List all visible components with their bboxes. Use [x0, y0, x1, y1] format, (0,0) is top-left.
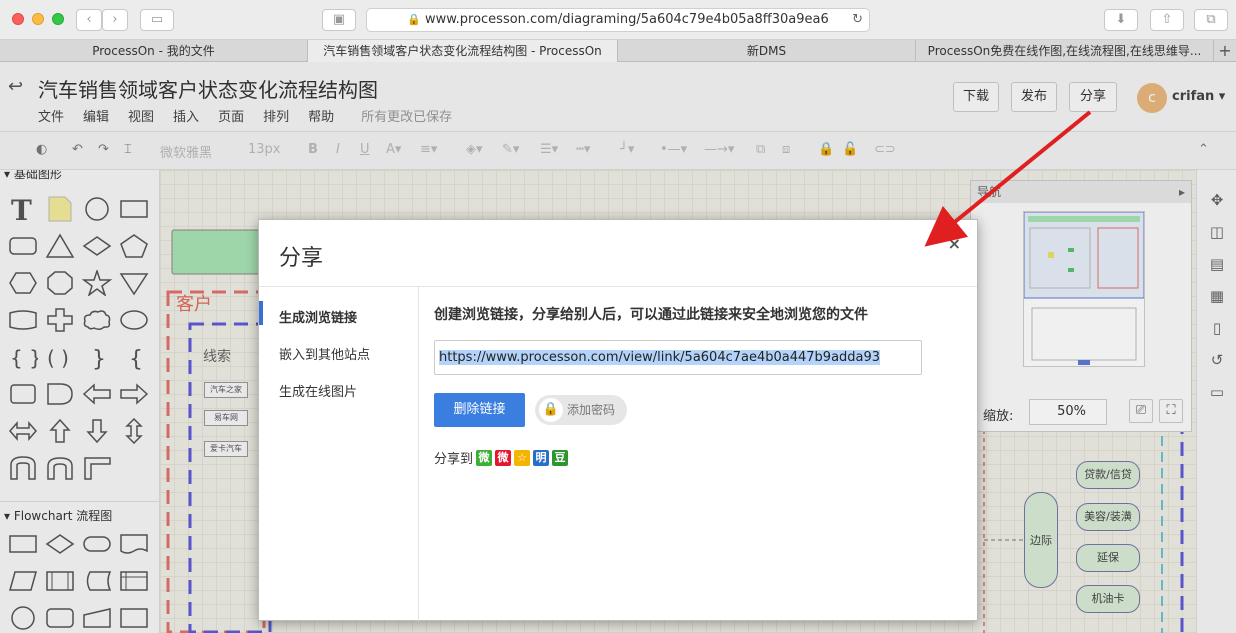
option-browse-link[interactable]: 生成浏览链接 — [279, 307, 357, 326]
browser-toolbar: ‹ › ▭ ▣ 🔒 www.processon.com/diagraming/5a… — [0, 0, 1236, 40]
forward-button[interactable]: › — [102, 9, 128, 31]
lock-icon: 🔒 — [539, 398, 563, 422]
share-dialog: 分享 × 生成浏览链接 嵌入到其他站点 生成在线图片 创建浏览链接，分享给别人后… — [258, 219, 978, 621]
youdao-icon[interactable]: 明 — [533, 449, 550, 466]
tab-dms[interactable]: 新DMS — [618, 40, 916, 62]
delete-link-button[interactable]: 删除链接 — [434, 393, 525, 427]
tab-processon-home[interactable]: ProcessOn免费在线作图,在线流程图,在线思维导... — [916, 40, 1214, 62]
douban-icon[interactable]: 豆 — [552, 449, 569, 466]
share-to-row: 分享到 微 微 ☆ 明 豆 — [434, 448, 569, 467]
add-password-toggle[interactable]: 🔒 添加密码 — [535, 395, 627, 425]
minimize-window-button[interactable] — [32, 13, 44, 25]
close-window-button[interactable] — [12, 13, 24, 25]
share-link-field[interactable]: https://www.processon.com/view/link/5a60… — [434, 340, 922, 375]
maximize-window-button[interactable] — [52, 13, 64, 25]
reader-icon[interactable]: ▣ — [322, 9, 356, 31]
tab-my-files[interactable]: ProcessOn - 我的文件 — [0, 40, 308, 62]
share-link-text: https://www.processon.com/view/link/5a60… — [439, 350, 881, 365]
new-tab-icon[interactable]: + — [1214, 40, 1236, 61]
url-text: www.processon.com/diagraming/5a604c79e4b… — [424, 12, 829, 27]
reload-icon[interactable]: ↻ — [852, 9, 863, 31]
option-online-image[interactable]: 生成在线图片 — [279, 381, 357, 400]
tab-diagram[interactable]: 汽车销售领域客户状态变化流程结构图 - ProcessOn — [308, 40, 618, 62]
close-icon[interactable]: × — [948, 234, 961, 253]
tabs-overview-icon[interactable]: ⧉ — [1194, 9, 1228, 31]
lock-icon: 🔒 — [407, 13, 421, 26]
weibo-icon[interactable]: 微 — [495, 449, 512, 466]
dialog-title: 分享 — [279, 246, 324, 271]
tab-bar: ProcessOn - 我的文件 汽车销售领域客户状态变化流程结构图 - Pro… — [0, 40, 1236, 62]
share-description: 创建浏览链接，分享给别人后，可以通过此链接来安全地浏览您的文件 — [434, 307, 868, 323]
add-password-label: 添加密码 — [567, 403, 616, 417]
download-icon[interactable]: ⬇ — [1104, 9, 1138, 31]
active-option-indicator — [259, 301, 263, 325]
share-options-list: 生成浏览链接 嵌入到其他站点 生成在线图片 — [259, 287, 419, 621]
address-bar[interactable]: 🔒 www.processon.com/diagraming/5a604c79e4… — [366, 8, 870, 32]
share-sheet-icon[interactable]: ⇧ — [1150, 9, 1184, 31]
back-button[interactable]: ‹ — [76, 9, 102, 31]
qzone-icon[interactable]: ☆ — [514, 449, 531, 466]
wechat-icon[interactable]: 微 — [476, 449, 493, 466]
sidebar-toggle-icon[interactable]: ▭ — [140, 9, 174, 31]
option-embed[interactable]: 嵌入到其他站点 — [279, 344, 370, 363]
share-to-label: 分享到 — [434, 452, 474, 467]
